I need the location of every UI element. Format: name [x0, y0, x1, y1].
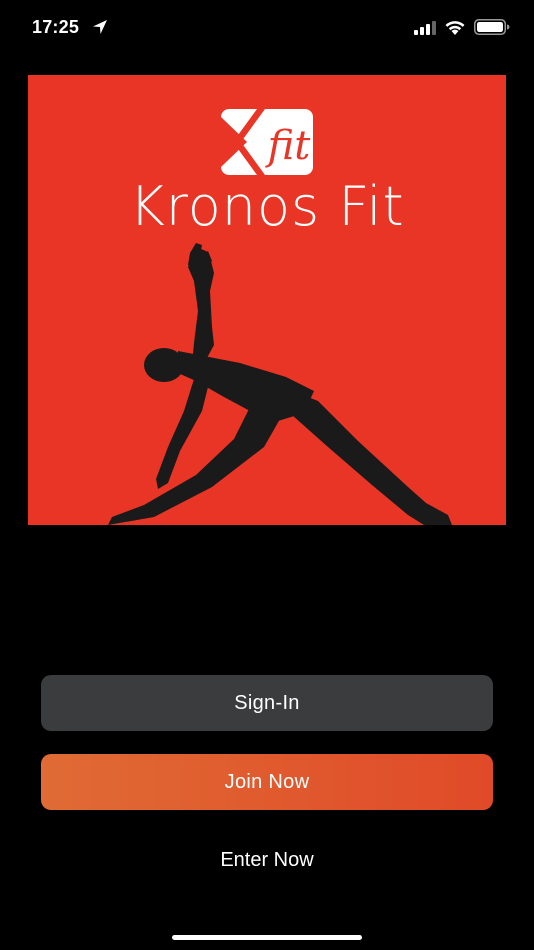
yoga-silhouette-image — [108, 243, 452, 525]
join-now-button[interactable]: Join Now — [41, 754, 493, 810]
cellular-signal-icon — [414, 21, 436, 35]
home-indicator[interactable] — [172, 935, 362, 940]
hero-banner: fit Kronos Fit — [28, 75, 506, 525]
location-arrow-icon — [93, 20, 107, 34]
wifi-icon — [445, 21, 465, 35]
enter-now-link[interactable]: Enter Now — [0, 849, 534, 872]
status-bar: 17:25 — [0, 0, 534, 56]
battery-icon — [474, 19, 510, 35]
status-time: 17:25 — [32, 17, 80, 37]
sign-in-button[interactable]: Sign-In — [41, 675, 493, 731]
